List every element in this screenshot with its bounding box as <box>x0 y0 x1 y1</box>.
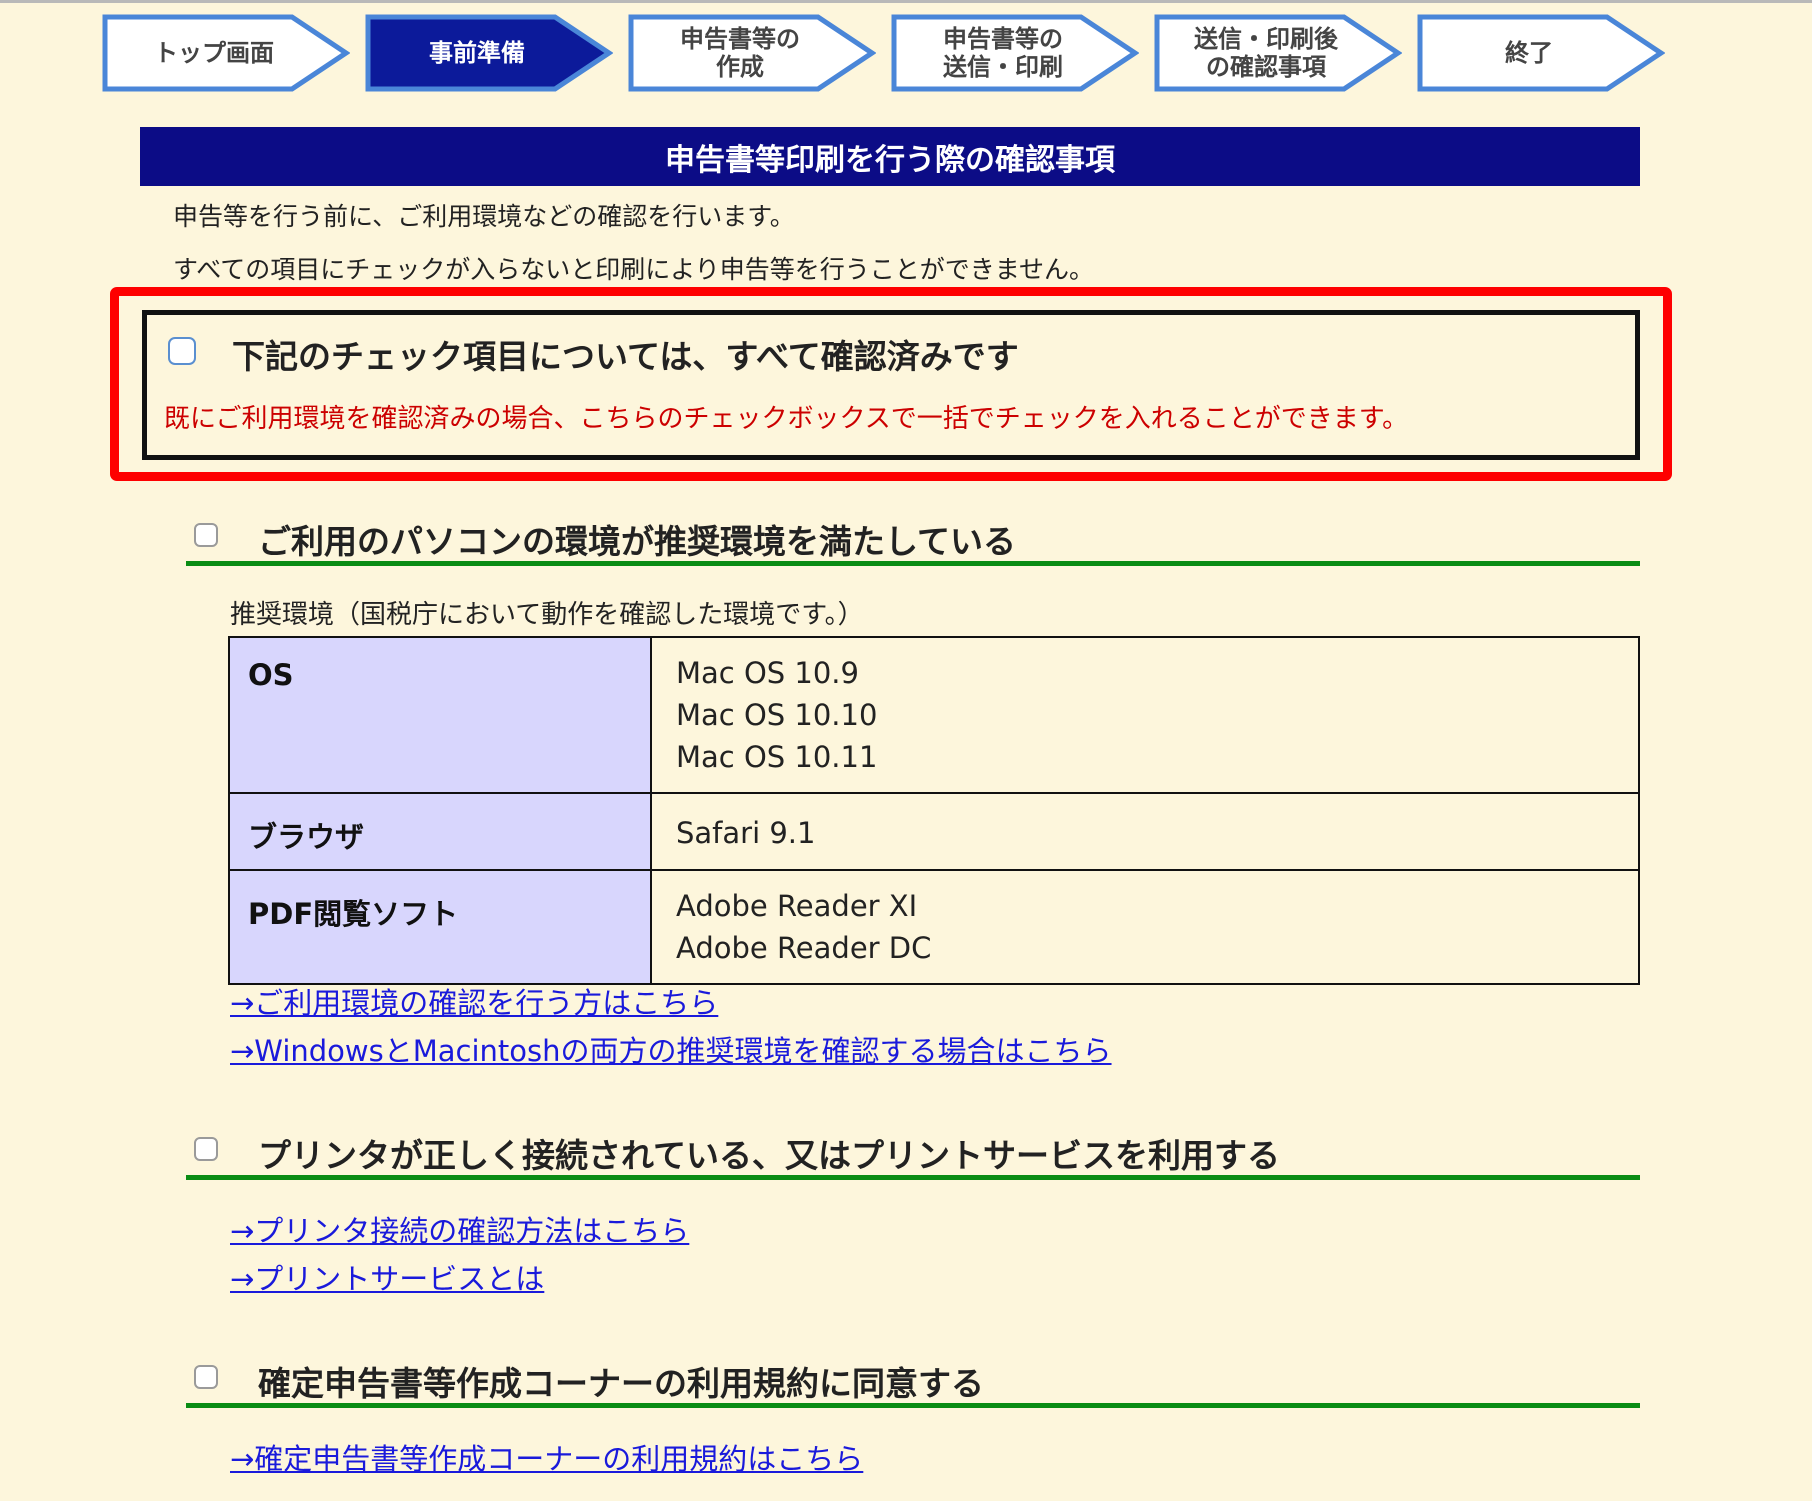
step-top-screen[interactable]: トップ画面 <box>102 14 350 92</box>
step-preparation[interactable]: 事前準備 <box>365 14 613 92</box>
env-section-label[interactable]: ご利用のパソコンの環境が推奨環境を満たしている <box>258 515 1016 563</box>
env-check-link[interactable]: →ご利用環境の確認を行う方はこちら <box>230 980 718 1022</box>
step-label: 申告書等の 送信・印刷 <box>943 25 1063 81</box>
step-send-print[interactable]: 申告書等の 送信・印刷 <box>891 14 1139 92</box>
section-divider <box>186 1403 1640 1408</box>
table-row: ブラウザ Safari 9.1 <box>228 792 1640 871</box>
printer-check-link[interactable]: →プリンタ接続の確認方法はこちら <box>230 1208 689 1250</box>
browser-value: Safari 9.1 <box>676 816 816 850</box>
step-create-return[interactable]: 申告書等の 作成 <box>628 14 876 92</box>
env-checkbox[interactable] <box>194 523 218 547</box>
os-value: Mac OS 10.11 <box>676 740 878 774</box>
table-head-pdf: PDF閲覧ソフト <box>228 869 652 985</box>
step-label: 送信・印刷後 の確認事項 <box>1194 25 1338 81</box>
print-service-link[interactable]: →プリントサービスとは <box>230 1256 544 1298</box>
terms-checkbox[interactable] <box>194 1365 218 1389</box>
step-navigation: トップ画面 事前準備 申告書等の 作成 申告書等の 送信・印刷 送信・印刷後 の… <box>102 14 1702 92</box>
table-head-os: OS <box>228 636 652 794</box>
printer-section-label[interactable]: プリンタが正しく接続されている、又はプリントサービスを利用する <box>258 1129 1280 1177</box>
section-divider <box>186 1175 1640 1180</box>
step-label: 終了 <box>1505 39 1553 67</box>
env-both-link[interactable]: →WindowsとMacintoshの両方の推奨環境を確認する場合はこちら <box>230 1028 1112 1070</box>
master-note: 既にご利用環境を確認済みの場合、こちらのチェックボックスで一括でチェックを入れる… <box>164 404 1409 434</box>
step-label: トップ画面 <box>154 39 274 67</box>
intro-text-1: 申告等を行う前に、ご利用環境などの確認を行います。 <box>173 202 795 231</box>
top-border <box>0 0 1812 3</box>
table-value-os: Mac OS 10.9 Mac OS 10.10 Mac OS 10.11 <box>650 636 1640 794</box>
pdf-value: Adobe Reader XI <box>676 889 918 923</box>
pdf-value: Adobe Reader DC <box>676 931 932 965</box>
step-finish[interactable]: 終了 <box>1417 14 1665 92</box>
table-value-pdf: Adobe Reader XI Adobe Reader DC <box>650 869 1640 985</box>
page-title: 申告書等印刷を行う際の確認事項 <box>140 127 1640 186</box>
table-row: PDF閲覧ソフト Adobe Reader XI Adobe Reader DC <box>228 869 1640 985</box>
intro-text-2: すべての項目にチェックが入らないと印刷により申告等を行うことができません。 <box>173 255 1095 284</box>
env-caption: 推奨環境（国税庁において動作を確認した環境です。） <box>230 600 864 630</box>
terms-section-label[interactable]: 確定申告書等作成コーナーの利用規約に同意する <box>258 1357 984 1405</box>
table-head-browser: ブラウザ <box>228 792 652 871</box>
printer-checkbox[interactable] <box>194 1137 218 1161</box>
step-label: 申告書等の 作成 <box>680 25 800 81</box>
table-row: OS Mac OS 10.9 Mac OS 10.10 Mac OS 10.11 <box>228 636 1640 794</box>
terms-link[interactable]: →確定申告書等作成コーナーの利用規約はこちら <box>230 1436 863 1478</box>
os-value: Mac OS 10.9 <box>676 656 859 690</box>
step-after-send[interactable]: 送信・印刷後 の確認事項 <box>1154 14 1402 92</box>
master-checkbox[interactable] <box>168 337 196 365</box>
section-divider <box>186 561 1640 566</box>
os-value: Mac OS 10.10 <box>676 698 878 732</box>
env-table: OS Mac OS 10.9 Mac OS 10.10 Mac OS 10.11… <box>228 636 1640 985</box>
master-checkbox-label[interactable]: 下記のチェック項目については、すべて確認済みです <box>232 330 1019 378</box>
step-label: 事前準備 <box>429 39 525 67</box>
table-value-browser: Safari 9.1 <box>650 792 1640 871</box>
